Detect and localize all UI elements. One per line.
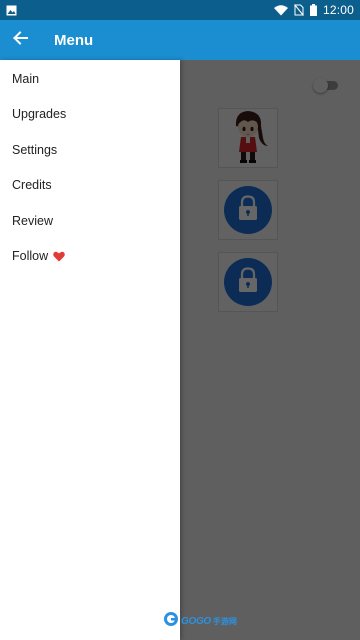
menu-item-review[interactable]: Review <box>0 203 180 239</box>
back-button[interactable] <box>0 20 40 60</box>
menu-item-follow[interactable]: Follow <box>0 239 180 275</box>
menu-item-upgrades[interactable]: Upgrades <box>0 97 180 133</box>
navigation-drawer: Main Upgrades Settings Credits Review Fo… <box>0 60 180 640</box>
heart-icon <box>53 251 65 262</box>
watermark-text: GOGO <box>181 615 211 627</box>
menu-item-label: Settings <box>12 142 58 157</box>
watermark-logo: GOGO 手游网 <box>163 611 237 632</box>
status-bar: 12:00 <box>0 0 360 20</box>
wifi-icon <box>273 4 288 16</box>
gallery-icon <box>6 5 17 16</box>
no-sim-icon <box>294 4 304 16</box>
menu-item-label: Main <box>12 71 40 86</box>
menu-item-main[interactable]: Main <box>0 61 180 97</box>
menu-item-label: Review <box>12 213 53 228</box>
menu-item-settings[interactable]: Settings <box>0 132 180 168</box>
status-time: 12:00 <box>322 3 354 17</box>
watermark-mark-icon <box>163 611 179 632</box>
app-title: Menu <box>54 31 94 49</box>
watermark-suffix: 手游网 <box>212 616 237 626</box>
menu-item-credits[interactable]: Credits <box>0 168 180 204</box>
battery-icon <box>309 4 317 16</box>
menu-item-label: Credits <box>12 178 52 193</box>
arrow-left-icon <box>12 30 28 51</box>
app-bar: Menu <box>0 20 360 60</box>
menu-item-label: Upgrades <box>12 107 67 122</box>
menu-item-label: Follow <box>12 249 49 264</box>
